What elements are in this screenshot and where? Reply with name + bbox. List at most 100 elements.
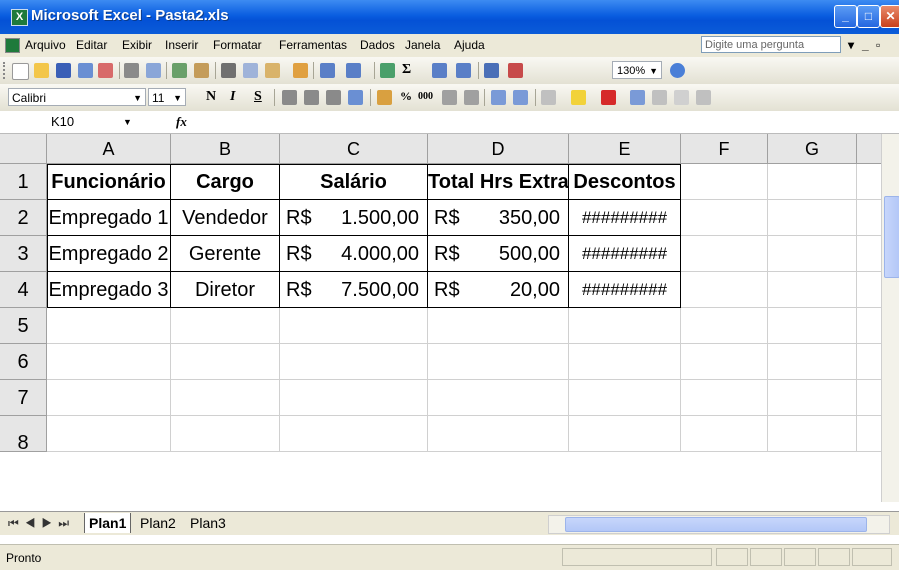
col-header-g[interactable]: G — [768, 134, 857, 164]
row-header-1[interactable]: 1 — [0, 164, 47, 200]
cell-f2[interactable] — [681, 200, 768, 236]
cell-f1[interactable] — [681, 164, 768, 200]
name-box[interactable]: K10 ▼ — [13, 113, 143, 131]
cell-h2[interactable] — [857, 200, 881, 236]
cell-f4[interactable] — [681, 272, 768, 308]
bold-button[interactable]: N — [206, 89, 216, 105]
increase-decimal-icon[interactable] — [442, 90, 457, 105]
header-cell-funcionario[interactable]: Funcionário — [47, 164, 171, 200]
hyperlink-icon[interactable] — [380, 63, 395, 78]
autosum-icon[interactable]: Σ — [402, 62, 411, 78]
table-cell-descontos[interactable]: ######### — [569, 272, 681, 308]
cell-h7[interactable] — [857, 380, 881, 416]
minimize-button[interactable]: _ — [834, 5, 857, 28]
cell-h5[interactable] — [857, 308, 881, 344]
zoom-select[interactable]: 130% ▼ — [612, 61, 662, 79]
workbook-icon[interactable] — [5, 38, 20, 53]
cell-b8[interactable] — [171, 416, 280, 452]
undo-icon[interactable] — [320, 63, 335, 78]
workbook-minimize-icon[interactable]: _ — [862, 38, 869, 52]
cell-c7[interactable] — [280, 380, 428, 416]
col-header-c[interactable]: C — [280, 134, 428, 164]
format-painter-icon[interactable] — [293, 63, 308, 78]
toolbar-grip[interactable] — [3, 62, 8, 79]
print-icon[interactable] — [124, 63, 139, 78]
font-color-icon[interactable] — [601, 90, 616, 105]
font-size-select[interactable]: 11 ▼ — [148, 88, 186, 106]
decrease-indent-icon[interactable] — [491, 90, 506, 105]
cell-f7[interactable] — [681, 380, 768, 416]
header-cell-descontos[interactable]: Descontos — [569, 164, 681, 200]
table-cell-descontos[interactable]: ######### — [569, 200, 681, 236]
table-cell-hrs[interactable]: R$ 350,00 — [428, 200, 569, 236]
cell-g4[interactable] — [768, 272, 857, 308]
cell-g2[interactable] — [768, 200, 857, 236]
table-cell-descontos[interactable]: ######### — [569, 236, 681, 272]
cell-g7[interactable] — [768, 380, 857, 416]
table-cell-hrs[interactable]: R$ 500,00 — [428, 236, 569, 272]
cell-g3[interactable] — [768, 236, 857, 272]
cell-e8[interactable] — [569, 416, 681, 452]
menu-exibir[interactable]: Exibir — [122, 38, 152, 52]
name-box-dropdown-icon[interactable]: ▼ — [123, 113, 132, 131]
table-cell-cargo[interactable]: Gerente — [171, 236, 280, 272]
table-cell-name[interactable]: Empregado 3 — [47, 272, 171, 308]
align-left-icon[interactable] — [282, 90, 297, 105]
excel-icon[interactable]: X — [11, 9, 28, 26]
borders-icon[interactable] — [541, 90, 556, 105]
decrease-decimal-icon[interactable] — [464, 90, 479, 105]
cell-e7[interactable] — [569, 380, 681, 416]
table-cell-name[interactable]: Empregado 2 — [47, 236, 171, 272]
header-cell-salario[interactable]: Salário — [280, 164, 428, 200]
cell-h8[interactable] — [857, 416, 881, 452]
menu-inserir[interactable]: Inserir — [165, 38, 198, 52]
col-header-h[interactable] — [857, 134, 881, 164]
print-preview-icon[interactable] — [146, 63, 161, 78]
copy-icon[interactable] — [243, 63, 258, 78]
table-cell-salario[interactable]: R$ 4.000,00 — [280, 236, 428, 272]
help-dropdown-icon[interactable]: ▾ — [848, 38, 854, 52]
col-header-f[interactable]: F — [681, 134, 768, 164]
header-cell-cargo[interactable]: Cargo — [171, 164, 280, 200]
sort-ascending-icon[interactable] — [432, 63, 447, 78]
row-header-3[interactable]: 3 — [0, 236, 47, 272]
cell-f5[interactable] — [681, 308, 768, 344]
table-cell-salario[interactable]: R$ 7.500,00 — [280, 272, 428, 308]
menu-dados[interactable]: Dados — [360, 38, 395, 52]
table-cell-cargo[interactable]: Diretor — [171, 272, 280, 308]
table-cell-name[interactable]: Empregado 1 — [47, 200, 171, 236]
cell-e6[interactable] — [569, 344, 681, 380]
cell-c8[interactable] — [280, 416, 428, 452]
save-icon[interactable] — [56, 63, 71, 78]
menu-ferramentas[interactable]: Ferramentas — [279, 38, 347, 52]
spelling-abc-icon[interactable] — [696, 90, 711, 105]
cell-c5[interactable] — [280, 308, 428, 344]
menu-janela[interactable]: Janela — [405, 38, 440, 52]
cell-f8[interactable] — [681, 416, 768, 452]
cell-g5[interactable] — [768, 308, 857, 344]
menu-ajuda[interactable]: Ajuda — [454, 38, 485, 52]
cell-a7[interactable] — [47, 380, 171, 416]
maximize-button[interactable]: □ — [857, 5, 880, 28]
cell-d5[interactable] — [428, 308, 569, 344]
col-header-a[interactable]: A — [47, 134, 171, 164]
fill-color-icon[interactable] — [571, 90, 586, 105]
clear-format-icon[interactable] — [652, 90, 667, 105]
menu-editar[interactable]: Editar — [76, 38, 107, 52]
table-cell-salario[interactable]: R$ 1.500,00 — [280, 200, 428, 236]
cell-b6[interactable] — [171, 344, 280, 380]
horizontal-scroll-thumb[interactable] — [565, 517, 867, 532]
row-header-6[interactable]: 6 — [0, 344, 47, 380]
row-header-7[interactable]: 7 — [0, 380, 47, 416]
formula-input[interactable] — [200, 113, 890, 131]
col-header-b[interactable]: B — [171, 134, 280, 164]
cell-g6[interactable] — [768, 344, 857, 380]
help-search-input[interactable]: Digite uma pergunta — [701, 36, 841, 53]
drawing-icon[interactable] — [508, 63, 523, 78]
cut-icon[interactable] — [221, 63, 236, 78]
col-header-e[interactable]: E — [569, 134, 681, 164]
cell-d6[interactable] — [428, 344, 569, 380]
open-icon[interactable] — [34, 63, 49, 78]
font-name-select[interactable]: Calibri ▼ — [8, 88, 146, 106]
menu-formatar[interactable]: Formatar — [213, 38, 262, 52]
